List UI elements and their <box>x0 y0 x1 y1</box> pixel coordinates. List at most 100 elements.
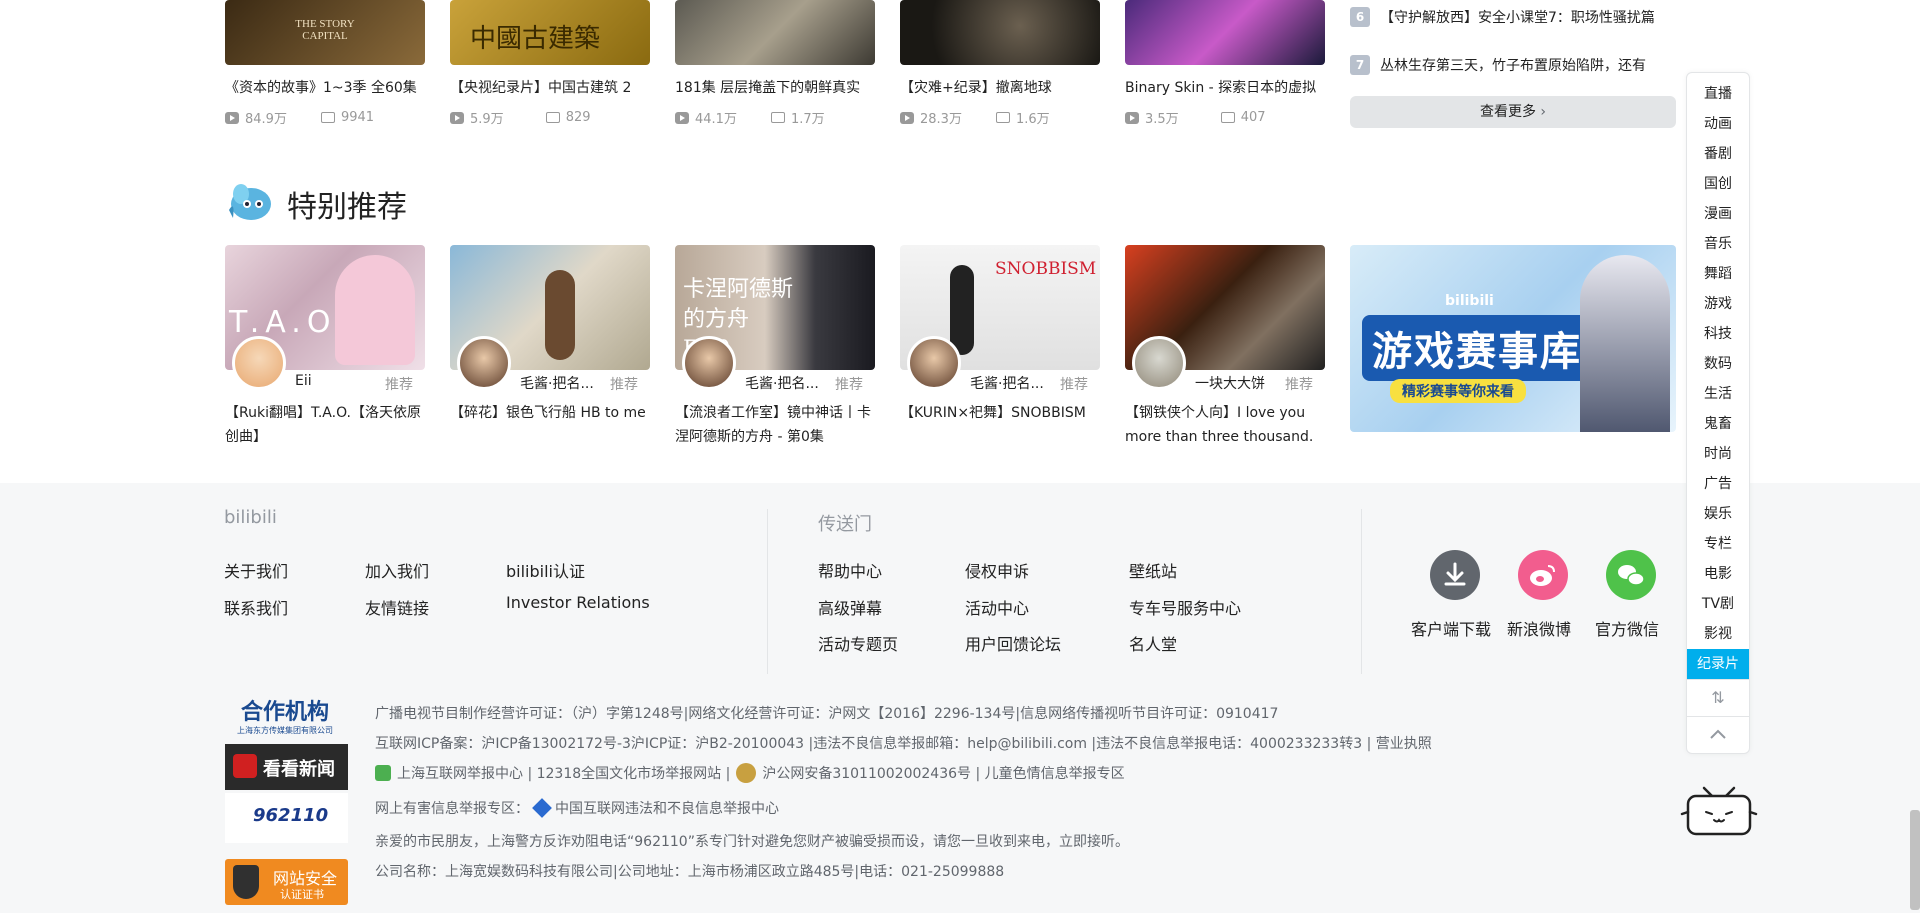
wechat-label[interactable]: 官方微信 <box>1595 616 1659 640</box>
side-nav-item[interactable]: 舞蹈 <box>1687 259 1749 289</box>
site-footer: bilibili 关于我们 加入我们 bilibili认证 联系我们 友情链接 … <box>0 483 1920 913</box>
side-nav-item[interactable]: 漫画 <box>1687 199 1749 229</box>
video-title[interactable]: 【流浪者工作室】镜中神话丨卡涅阿德斯的方舟 - 第0集 <box>675 401 875 449</box>
partner-logo-kankan[interactable]: 看看新闻 <box>225 744 348 790</box>
partner-logo-962110[interactable]: 962110 <box>225 793 348 843</box>
side-nav-item-active[interactable]: 纪录片 <box>1687 649 1749 679</box>
side-nav-item[interactable]: 娱乐 <box>1687 499 1749 529</box>
partner-logo-subtitle: 上海东方传媒集团有限公司 <box>237 726 333 735</box>
avatar[interactable] <box>232 336 286 390</box>
uploader-name[interactable]: 毛酱·把名... <box>520 373 610 393</box>
partner-logo-security[interactable]: 网站安全 认证证书 <box>225 859 348 905</box>
danmaku-icon <box>545 112 560 123</box>
video-title[interactable]: Binary Skin - 探索日本的虚拟 <box>1125 78 1325 98</box>
video-title[interactable]: 【钢铁侠个人向】I love you more than three thous… <box>1125 401 1325 449</box>
side-nav-item[interactable]: 游戏 <box>1687 289 1749 319</box>
police-record[interactable]: 沪公网安备31011002002436号 | 儿童色情信息举报专区 <box>762 763 1124 783</box>
video-thumbnail[interactable] <box>675 0 875 65</box>
tv-mascot-icon[interactable] <box>1680 780 1758 840</box>
side-nav-item[interactable]: TV剧 <box>1687 589 1749 619</box>
uploader-name[interactable]: 一块大大饼 <box>1195 373 1285 393</box>
wechat-button[interactable] <box>1606 550 1656 600</box>
side-nav-item[interactable]: 直播 <box>1687 79 1749 109</box>
footer-link-certify[interactable]: bilibili认证 <box>506 558 585 582</box>
side-nav-item[interactable]: 番剧 <box>1687 139 1749 169</box>
video-title[interactable]: 【KURIN×祀舞】SNOBBISM <box>900 401 1100 425</box>
side-nav-item[interactable]: 鬼畜 <box>1687 409 1749 439</box>
video-title[interactable]: 《资本的故事》1~3季 全60集 <box>225 78 425 98</box>
ranking-title: 【守护解放西】安全小课堂7：职场性骚扰篇 <box>1380 10 1655 26</box>
footer-link-wallpaper[interactable]: 壁纸站 <box>1129 558 1177 582</box>
uploader-name[interactable]: 毛酱·把名... <box>970 373 1060 393</box>
ranking-item[interactable]: 6 【守护解放西】安全小课堂7：职场性骚扰篇 <box>1350 7 1676 27</box>
download-client-label[interactable]: 客户端下载 <box>1411 616 1491 640</box>
side-nav-item[interactable]: 动画 <box>1687 109 1749 139</box>
view-count: 84.9万 <box>245 112 287 127</box>
report-center-line: 上海互联网举报中心 | 12318全国文化市场举报网站 | 沪公网安备31011… <box>375 763 1125 783</box>
side-nav-item[interactable]: 影视 <box>1687 619 1749 649</box>
footer-link-danmaku[interactable]: 高级弹幕 <box>818 595 882 619</box>
footer-link-events[interactable]: 活动中心 <box>965 595 1029 619</box>
weibo-button[interactable] <box>1518 550 1568 600</box>
video-thumbnail[interactable] <box>1125 0 1325 65</box>
footer-link-friends[interactable]: 友情链接 <box>365 595 429 619</box>
thumbnail-text: 中國古建築 <box>470 24 601 54</box>
footer-link-help[interactable]: 帮助中心 <box>818 558 882 582</box>
side-nav-item[interactable]: 生活 <box>1687 379 1749 409</box>
partner-logo-smg[interactable]: 合作机构 上海东方传媒集团有限公司 <box>225 700 345 740</box>
footer-link-complaint[interactable]: 侵权申诉 <box>965 558 1029 582</box>
report-center-links[interactable]: 上海互联网举报中心 | 12318全国文化市场举报网站 | <box>397 763 730 783</box>
video-title[interactable]: 【央视纪录片】中国古建筑 2 <box>450 78 650 98</box>
side-nav-item[interactable]: 国创 <box>1687 169 1749 199</box>
video-title[interactable]: 【Ruki翻唱】T.A.O.【洛天依原创曲】 <box>225 401 425 449</box>
footer-link-topics[interactable]: 活动专题页 <box>818 631 898 655</box>
sort-icon[interactable]: ⇅ <box>1687 679 1749 716</box>
anime-figure <box>545 270 575 360</box>
avatar[interactable] <box>682 336 736 390</box>
video-title[interactable]: 【碎花】银色飞行船 HB to me <box>450 401 650 425</box>
side-nav-item[interactable]: 专栏 <box>1687 529 1749 559</box>
side-nav-item[interactable]: 数码 <box>1687 349 1749 379</box>
harmful-info-line: 网上有害信息举报专区： 中国互联网违法和不良信息举报中心 <box>375 798 779 818</box>
view-more-button[interactable]: 查看更多 › <box>1350 96 1676 128</box>
footer-link-investor[interactable]: Investor Relations <box>506 593 650 612</box>
video-thumbnail[interactable]: THE STORY CAPITAL <box>225 0 425 65</box>
video-title[interactable]: 181集 层层掩盖下的朝鲜真实 <box>675 78 875 98</box>
side-nav-item[interactable]: 科技 <box>1687 319 1749 349</box>
partner-logo-label: 看看新闻 <box>263 759 335 780</box>
back-to-top-icon[interactable] <box>1687 716 1749 753</box>
footer-brand: bilibili <box>224 507 277 528</box>
ranking-item[interactable]: 7 丛林生存第三天，竹子布置原始陷阱，还有 <box>1350 55 1676 75</box>
uploader-name[interactable]: Eii <box>295 373 385 389</box>
rank-number: 7 <box>1350 55 1370 75</box>
avatar[interactable] <box>1132 336 1186 390</box>
side-nav-item[interactable]: 时尚 <box>1687 439 1749 469</box>
footer-link-join[interactable]: 加入我们 <box>365 558 429 582</box>
footer-link-contact[interactable]: 联系我们 <box>224 595 288 619</box>
video-title[interactable]: 【灾难+纪录】撤离地球 <box>900 78 1100 98</box>
footer-link-car-service[interactable]: 专车号服务中心 <box>1129 595 1241 619</box>
footer-link-about[interactable]: 关于我们 <box>224 558 288 582</box>
footer-link-hall-of-fame[interactable]: 名人堂 <box>1129 631 1177 655</box>
uploader-name[interactable]: 毛酱·把名... <box>745 373 835 393</box>
play-count-icon <box>1125 111 1139 124</box>
banner-title: 游戏赛事库 <box>1362 315 1592 381</box>
side-nav-item[interactable]: 广告 <box>1687 469 1749 499</box>
footer-link-feedback[interactable]: 用户回馈论坛 <box>965 631 1061 655</box>
video-thumbnail[interactable]: 中國古建築 <box>450 0 650 65</box>
view-count: 5.9万 <box>470 112 504 127</box>
page-scrollbar[interactable] <box>1910 810 1920 910</box>
danmaku-count: 407 <box>1240 110 1266 125</box>
video-thumbnail[interactable] <box>900 0 1100 65</box>
weibo-label[interactable]: 新浪微博 <box>1507 616 1571 640</box>
side-nav-item[interactable]: 音乐 <box>1687 229 1749 259</box>
danmaku-count: 829 <box>565 110 591 125</box>
harmful-info-link[interactable]: 中国互联网违法和不良信息举报中心 <box>555 798 779 818</box>
side-nav-item[interactable]: 电影 <box>1687 559 1749 589</box>
game-event-banner[interactable]: bilibili 游戏赛事库 精彩赛事等你来看 <box>1350 245 1676 432</box>
dancer-figure <box>950 265 974 355</box>
download-client-button[interactable] <box>1430 550 1480 600</box>
avatar[interactable] <box>907 336 961 390</box>
play-count-icon <box>450 111 464 124</box>
avatar[interactable] <box>457 336 511 390</box>
